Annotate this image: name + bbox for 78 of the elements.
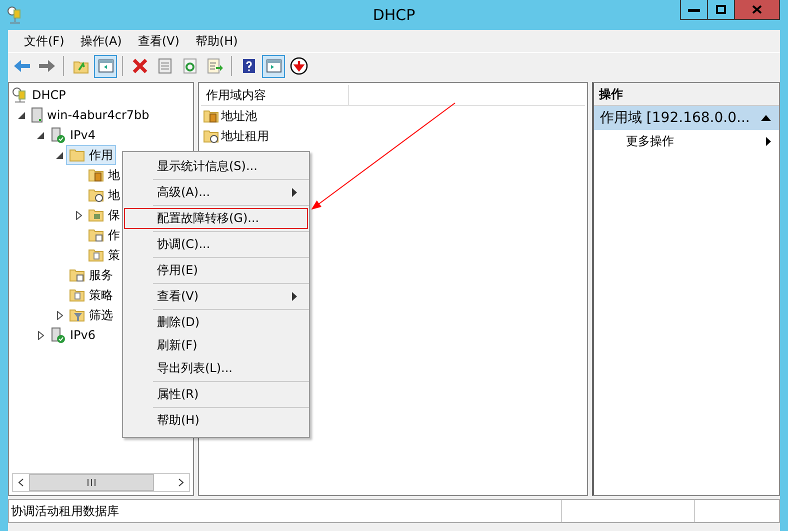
export-list-icon — [206, 58, 222, 74]
forward-arrow-icon — [38, 59, 56, 73]
folder-icon — [203, 129, 220, 143]
pane-header: 操作 — [594, 83, 779, 106]
toolbar-button[interactable] — [262, 54, 285, 78]
tree-item[interactable]: 保 — [85, 205, 123, 225]
tree-item[interactable]: 策 — [85, 245, 123, 265]
pane-icon — [266, 59, 282, 73]
server-check-icon — [50, 127, 66, 143]
status-text: 协调活动租用数据库 — [10, 502, 120, 520]
collapse-arrow-icon[interactable] — [761, 115, 771, 121]
list-item[interactable]: 地址租用 — [221, 128, 270, 144]
context-menu-item[interactable]: 协调(C)... — [123, 233, 309, 256]
folder-icon — [88, 168, 104, 182]
app-icon — [7, 6, 23, 24]
submenu-arrow-icon — [766, 136, 771, 146]
grip-icon[interactable] — [87, 479, 96, 486]
context-menu-item[interactable]: 停用(E) — [123, 259, 309, 282]
context-menu-item[interactable]: 高级(A)... — [123, 181, 309, 204]
action-section-header[interactable]: 作用域 [192.168.0.0... — [594, 106, 779, 130]
context-menu-item[interactable]: 查看(V) — [123, 285, 309, 308]
column-header[interactable]: 作用域内容 — [201, 85, 350, 105]
list-item[interactable]: 地址池 — [221, 108, 258, 124]
context-menu-item[interactable]: 显示统计信息(S)... — [123, 155, 309, 178]
server-check-icon — [50, 327, 66, 343]
tree-item[interactable]: 服务 — [66, 265, 116, 285]
tree-item[interactable]: 作用 — [66, 145, 116, 165]
pane-icon — [98, 59, 114, 73]
menu-item[interactable]: 操作(A) — [72, 32, 130, 50]
context-menu-item[interactable]: 配置故障转移(G)... — [123, 207, 309, 230]
folder-icon — [88, 208, 104, 222]
window-title: DHCP — [372, 6, 416, 24]
folder-icon — [88, 228, 104, 242]
tree-item[interactable]: DHCP — [9, 85, 69, 105]
toolbar-button[interactable] — [94, 54, 117, 78]
folder-icon — [88, 248, 104, 262]
back-arrow-icon — [12, 59, 30, 73]
collapsed-arrow-icon[interactable] — [38, 330, 44, 340]
tree-item[interactable]: 筛选 — [66, 305, 116, 325]
menu-item[interactable]: 文件(F) — [16, 32, 72, 50]
minimize-button[interactable] — [680, 0, 708, 20]
expanded-arrow-icon[interactable] — [37, 132, 44, 138]
expanded-arrow-icon[interactable] — [56, 152, 63, 158]
tree-item[interactable]: win-4abur4cr7bb — [28, 105, 152, 125]
collapsed-arrow-icon[interactable] — [56, 310, 62, 320]
close-button[interactable] — [734, 0, 780, 20]
help-icon — [242, 58, 256, 74]
context-menu-item[interactable]: 导出列表(L)... — [123, 357, 309, 380]
close-icon — [752, 5, 762, 14]
folder-icon — [203, 109, 220, 123]
collapsed-arrow-icon[interactable] — [76, 210, 82, 220]
menu-item[interactable]: 查看(V) — [130, 32, 188, 50]
document-icon — [158, 58, 172, 74]
context-menu-item[interactable]: 帮助(H) — [123, 409, 309, 432]
tree-item[interactable]: 作 — [85, 225, 123, 245]
folder-icon — [69, 148, 85, 162]
close-icon — [132, 58, 148, 74]
maximize-icon — [716, 5, 726, 14]
tree-item[interactable]: IPv4 — [47, 125, 99, 145]
folder-icon — [88, 188, 104, 202]
expanded-arrow-icon[interactable] — [18, 112, 25, 118]
context-menu-item[interactable]: 属性(R) — [123, 383, 309, 406]
tree-item[interactable]: 地 — [85, 165, 123, 185]
context-menu-item[interactable]: 刷新(F) — [123, 334, 309, 357]
refresh-icon — [182, 58, 196, 74]
tree-item[interactable]: 地 — [85, 185, 123, 205]
tree-item[interactable]: 策略 — [66, 285, 116, 305]
horizontal-scrollbar[interactable] — [12, 473, 190, 492]
tree-item[interactable]: IPv6 — [47, 325, 99, 345]
action-item[interactable]: 更多操作 — [594, 130, 779, 152]
folder-icon — [69, 308, 85, 322]
context-menu-item[interactable]: 删除(D) — [123, 311, 309, 334]
server-icon — [31, 107, 43, 123]
folder-icon — [69, 268, 85, 282]
server-clock-icon — [12, 87, 28, 103]
minimize-icon — [688, 8, 700, 12]
menu-item[interactable]: 帮助(H) — [187, 32, 246, 50]
folder-icon — [69, 288, 85, 302]
